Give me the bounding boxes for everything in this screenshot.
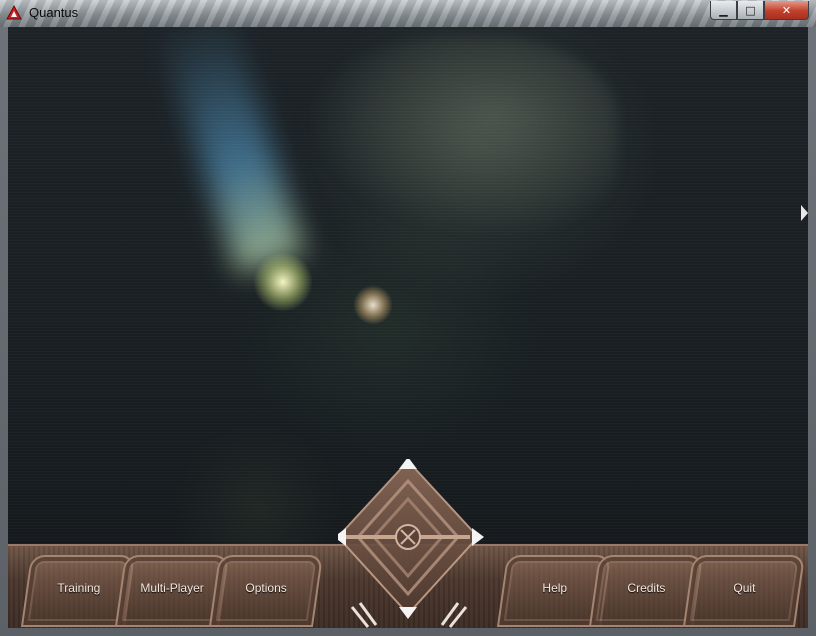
quit-label: Quit	[733, 581, 756, 595]
minimize-button[interactable]: ▁	[710, 1, 737, 20]
window-controls: ▁ □ ✕	[710, 1, 809, 20]
title-bar[interactable]: Quantus ▁ □ ✕	[0, 0, 816, 27]
arrow-left-icon[interactable]	[338, 528, 346, 546]
maximize-button[interactable]: □	[737, 1, 764, 20]
center-dpad[interactable]	[338, 459, 488, 628]
app-icon	[6, 5, 22, 20]
arrow-right-icon[interactable]	[472, 528, 484, 546]
close-button[interactable]: ✕	[764, 1, 809, 20]
quit-button[interactable]: Quit	[682, 555, 806, 627]
arrow-up-icon[interactable]	[399, 459, 417, 469]
window-title: Quantus	[29, 5, 79, 20]
training-label: Training	[56, 581, 100, 595]
options-button[interactable]: Options	[208, 555, 324, 627]
close-icon: ✕	[781, 3, 792, 17]
arrow-down-icon[interactable]	[399, 607, 417, 619]
side-arrow-icon	[801, 205, 808, 221]
help-label: Help	[542, 581, 567, 595]
minimize-icon: ▁	[719, 3, 728, 17]
options-label: Options	[245, 581, 288, 595]
multi-player-label: Multi-Player	[140, 581, 205, 595]
game-viewport[interactable]: Training Multi-Player Options Help Credi…	[8, 27, 808, 628]
window-frame: Quantus ▁ □ ✕ Training Multi-Player Opti…	[0, 0, 816, 636]
maximize-icon: □	[745, 3, 756, 17]
credits-label: Credits	[627, 581, 666, 595]
